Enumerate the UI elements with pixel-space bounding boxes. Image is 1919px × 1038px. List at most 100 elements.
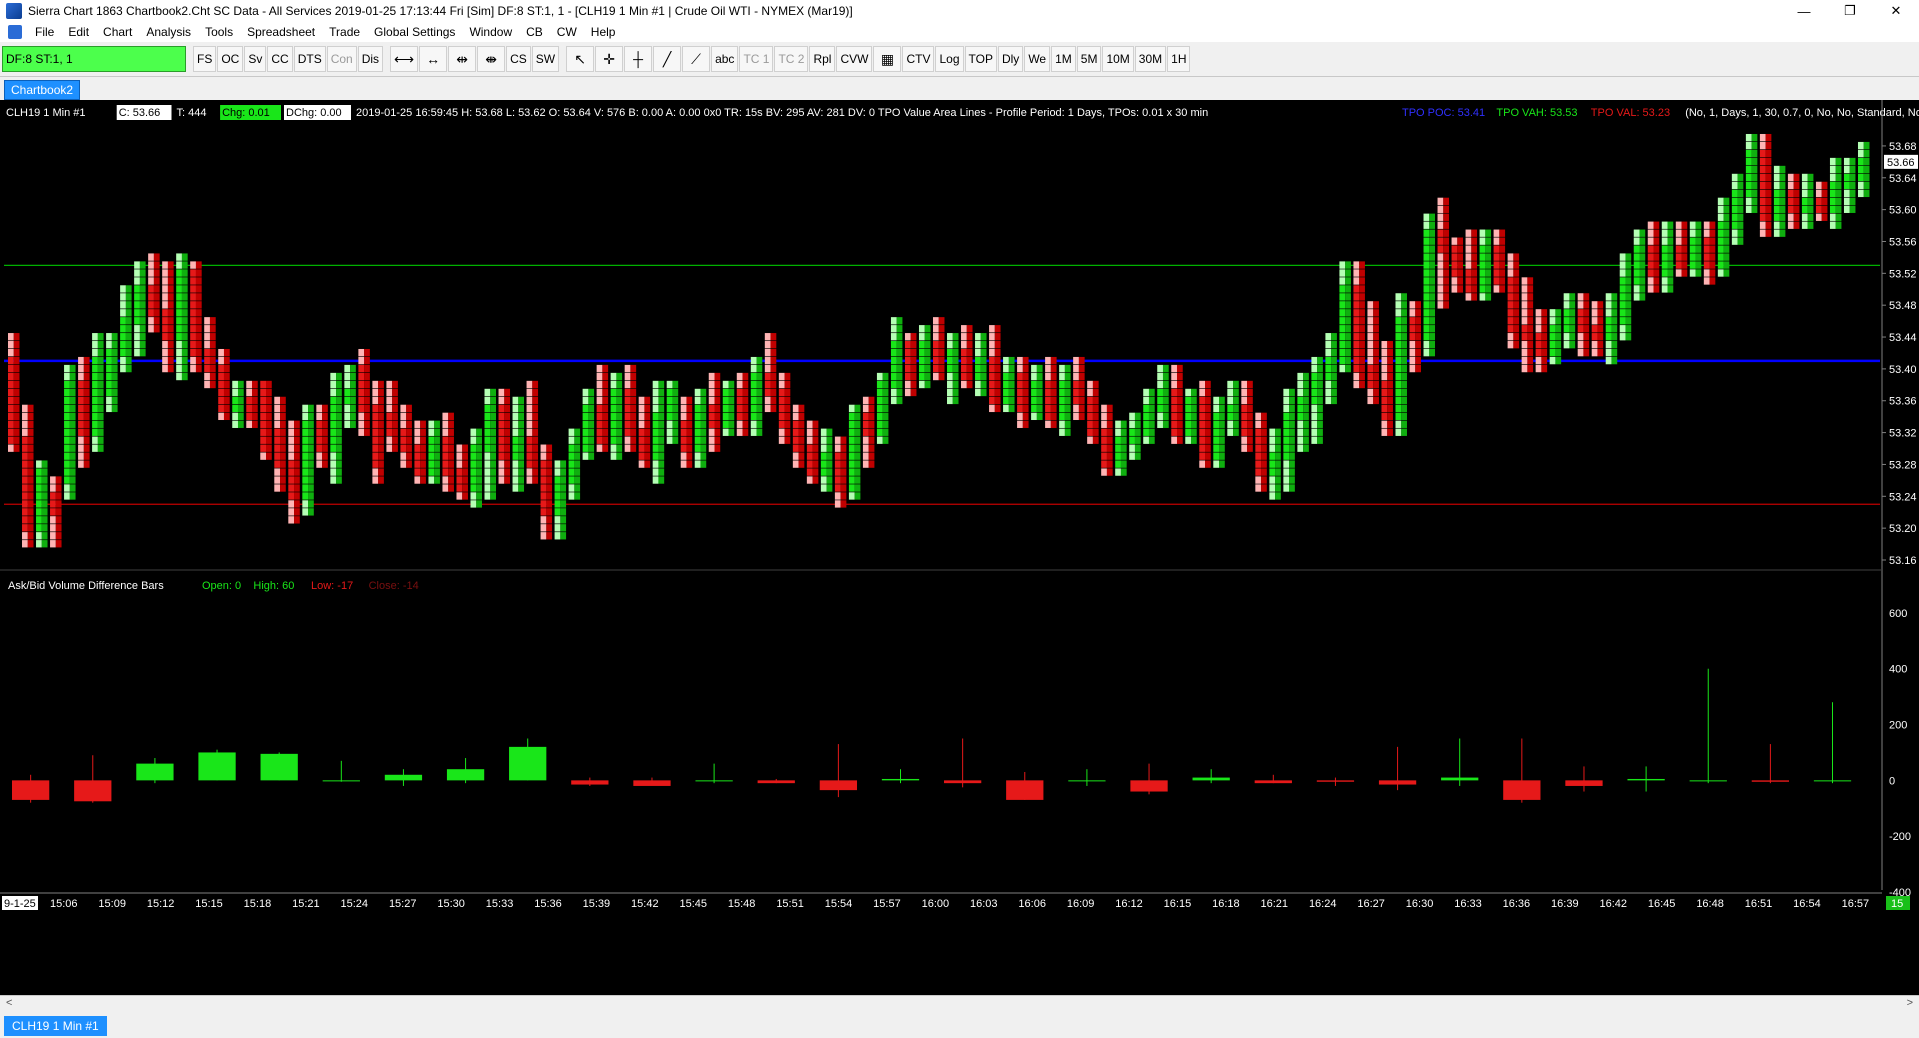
numbers-bar-cell [1415, 333, 1421, 341]
numbers-bar-cell [1359, 301, 1365, 309]
toolbar-button-cc[interactable]: CC [267, 46, 293, 72]
numbers-bar-cell [434, 476, 440, 484]
data-feed-status[interactable]: DF:8 ST:1, 1 [2, 46, 186, 72]
menu-file[interactable]: File [28, 22, 61, 42]
chart-window-icon[interactable] [8, 25, 22, 39]
numbers-bar-cell [546, 524, 553, 532]
menu-edit[interactable]: Edit [61, 22, 96, 42]
menu-analysis[interactable]: Analysis [139, 22, 198, 42]
horizontal-scrollbar[interactable]: < > [0, 995, 1919, 1013]
menu-spreadsheet[interactable]: Spreadsheet [240, 22, 322, 42]
toolbar-button-rpl[interactable]: Rpl [809, 46, 836, 72]
toolbar-button-5m[interactable]: 5M [1076, 46, 1102, 72]
numbers-bar-cell [1297, 396, 1304, 405]
close-icon[interactable]: ✕ [1873, 0, 1919, 22]
toolbar-button-10m[interactable]: 10M [1102, 46, 1134, 72]
numbers-bar-cell [568, 492, 575, 500]
toolbar-button-dis[interactable]: Dis [357, 46, 384, 72]
toolbar-button-sv[interactable]: Sv [244, 46, 267, 72]
chart-canvas[interactable]: CLH19 1 Min #1 C: 53.66 T: 444 Chg: 0.01 DCh… [0, 100, 1919, 995]
numbers-bar-cell [1247, 412, 1253, 421]
chart-area[interactable]: CLH19 1 Min #1 C: 53.66 T: 444 Chg: 0.01 DCh… [0, 100, 1919, 995]
numbers-bar-cell [1751, 133, 1758, 142]
toolbar-button-1h[interactable]: 1H [1167, 46, 1191, 72]
toolbar-tool-icon-b2[interactable]: ┼ [624, 46, 653, 72]
numbers-bar-cell [322, 404, 328, 413]
scroll-right-icon[interactable]: > [1907, 997, 1913, 1009]
chartbook-tab[interactable]: Chartbook2 [4, 80, 81, 100]
numbers-bar-cell [989, 372, 995, 381]
numbers-bar-cell [820, 452, 827, 460]
numbers-bar-cell [1162, 396, 1169, 405]
toolbar-tool-icon-b4[interactable]: ⟋ [682, 46, 711, 72]
numbers-bar-cell [476, 460, 482, 468]
numbers-bar-cell [1261, 484, 1267, 492]
toolbar-tool-icon-b3[interactable]: ╱ [653, 46, 682, 72]
numbers-bar-cell [358, 348, 365, 357]
scroll-left-icon[interactable]: < [6, 997, 12, 1009]
chart-window-tab[interactable]: CLH19 1 Min #1 [4, 1016, 107, 1036]
numbers-bar-cell [1003, 372, 1009, 381]
numbers-bar-cell [876, 420, 883, 428]
toolbar-button-cvw[interactable]: CVW [836, 46, 873, 72]
numbers-bar-cell [1275, 492, 1281, 500]
numbers-bar-cell [378, 452, 384, 460]
toolbar-button-dts[interactable]: DTS [293, 46, 326, 72]
toolbar-tool-icon-a3[interactable]: ⇼ [477, 46, 506, 72]
numbers-bar-cell [792, 428, 799, 436]
numbers-bar-cell [92, 428, 98, 436]
numbers-bar-cell [1653, 237, 1660, 245]
menu-window[interactable]: Window [462, 22, 519, 42]
toolbar-button-we[interactable]: We [1024, 46, 1051, 72]
toolbar-tool-icon-a0[interactable]: ⟷ [390, 46, 419, 72]
minimize-icon[interactable]: — [1781, 0, 1827, 22]
tpo-grid-icon[interactable]: ▦ [873, 46, 902, 72]
toolbar-tool-icon-a1[interactable]: ↔ [419, 46, 448, 72]
toolbar-button-log[interactable]: Log [935, 46, 964, 72]
numbers-bar-cell [1857, 189, 1864, 198]
numbers-bar-cell [876, 436, 883, 444]
toolbar-button-abc[interactable]: abc [711, 46, 739, 72]
toolbar-button-tc1[interactable]: TC 1 [739, 46, 774, 72]
menu-cb[interactable]: CB [519, 22, 550, 42]
numbers-bar-cell [22, 532, 28, 540]
numbers-bar-cell [1353, 317, 1360, 325]
numbers-bar-cell [1115, 420, 1121, 428]
menu-help[interactable]: Help [584, 22, 623, 42]
menu-trade[interactable]: Trade [322, 22, 367, 42]
toolbar-button-tc2[interactable]: TC 2 [774, 46, 809, 72]
numbers-bar-cell [658, 388, 665, 397]
toolbar-button-sw[interactable]: SW [531, 46, 560, 72]
numbers-bar-cell [910, 380, 917, 389]
menu-chart[interactable]: Chart [96, 22, 139, 42]
toolbar-button-1m[interactable]: 1M [1051, 46, 1076, 72]
numbers-bar-cell [1793, 205, 1800, 213]
numbers-bar-cell [806, 436, 813, 444]
numbers-bar-cell [181, 277, 188, 285]
toolbar-button-fs[interactable]: FS [193, 46, 217, 72]
numbers-bar-cell [490, 460, 497, 468]
toolbar-tool-icon-b1[interactable]: ✛ [595, 46, 624, 72]
numbers-bar-cell [1213, 444, 1220, 452]
toolbar-button-ctv[interactable]: CTV [902, 46, 935, 72]
toolbar-tool-icon-b0[interactable]: ↖ [566, 46, 595, 72]
numbers-bar-cell [1751, 141, 1758, 150]
toolbar-tool-icon-a2[interactable]: ⇹ [448, 46, 477, 72]
maximize-icon[interactable]: ❐ [1827, 0, 1873, 22]
numbers-bar-cell [1325, 356, 1332, 365]
toolbar-button-30m[interactable]: 30M [1134, 46, 1167, 72]
numbers-bar-cell [1597, 348, 1604, 357]
numbers-bar-cell [1765, 165, 1772, 174]
toolbar-button-con[interactable]: Con [326, 46, 357, 72]
menu-cw[interactable]: CW [550, 22, 584, 42]
numbers-bar-cell [462, 452, 468, 460]
toolbar-button-oc[interactable]: OC [217, 46, 244, 72]
menu-tools[interactable]: Tools [198, 22, 240, 42]
menu-global-settings[interactable]: Global Settings [367, 22, 462, 42]
toolbar-button-top[interactable]: TOP [964, 46, 997, 72]
toolbar-button-dly[interactable]: Dly [997, 46, 1024, 72]
numbers-bar-cell [582, 396, 589, 405]
numbers-bar-cell [162, 277, 168, 285]
toolbar-button-cs[interactable]: CS [506, 46, 531, 72]
numbers-bar-cell [8, 412, 14, 421]
